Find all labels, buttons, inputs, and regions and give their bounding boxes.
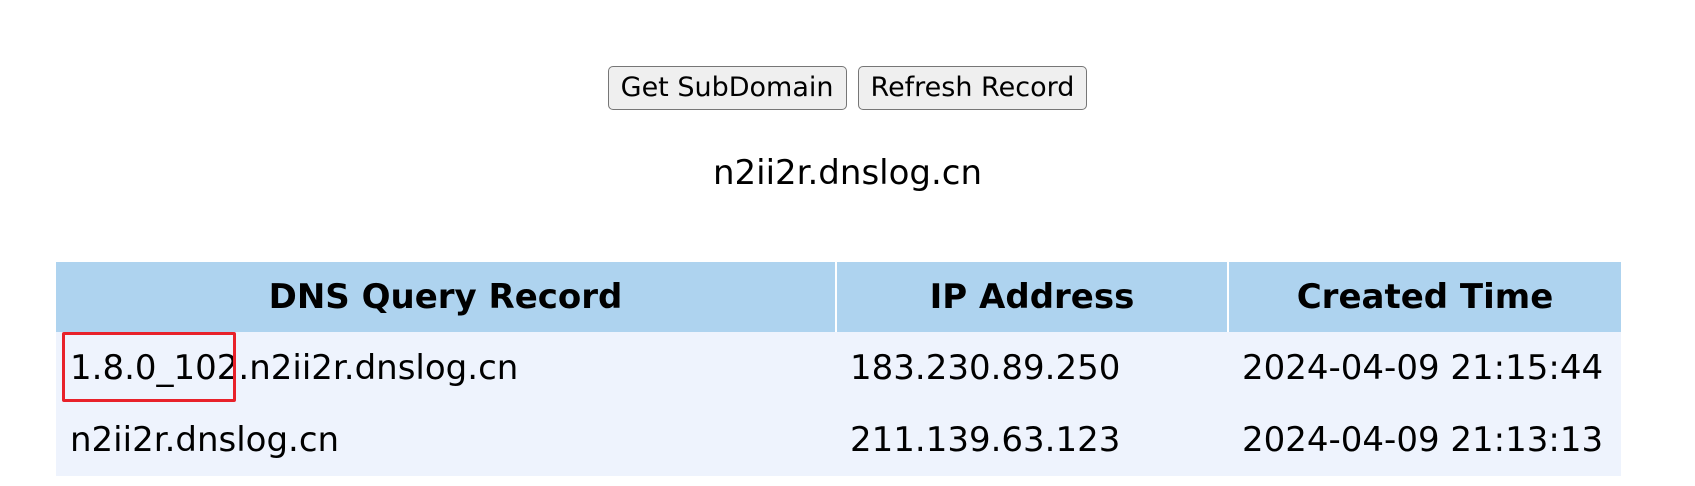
dns-record-table: DNS Query Record IP Address Created Time…: [56, 262, 1621, 476]
toolbar: Get SubDomain Refresh Record: [0, 66, 1695, 110]
table-header-row: DNS Query Record IP Address Created Time: [56, 262, 1621, 332]
cell-created-time: 2024-04-09 21:13:13: [1228, 404, 1621, 476]
header-created-time: Created Time: [1227, 262, 1621, 332]
cell-dns-record: 1.8.0_102.n2ii2r.dnslog.cn: [56, 332, 836, 404]
header-dns-query-record: DNS Query Record: [56, 262, 836, 332]
table-row: 1.8.0_102.n2ii2r.dnslog.cn 183.230.89.25…: [56, 332, 1621, 404]
get-subdomain-button[interactable]: Get SubDomain: [607, 66, 847, 110]
cell-created-time: 2024-04-09 21:15:44: [1228, 332, 1621, 404]
cell-dns-record: n2ii2r.dnslog.cn: [56, 404, 836, 476]
cell-ip-address: 211.139.63.123: [836, 404, 1228, 476]
table-row: n2ii2r.dnslog.cn 211.139.63.123 2024-04-…: [56, 404, 1621, 476]
cell-ip-address: 183.230.89.250: [836, 332, 1228, 404]
refresh-record-button[interactable]: Refresh Record: [857, 66, 1088, 110]
header-ip-address: IP Address: [835, 262, 1228, 332]
current-subdomain: n2ii2r.dnslog.cn: [712, 153, 983, 193]
